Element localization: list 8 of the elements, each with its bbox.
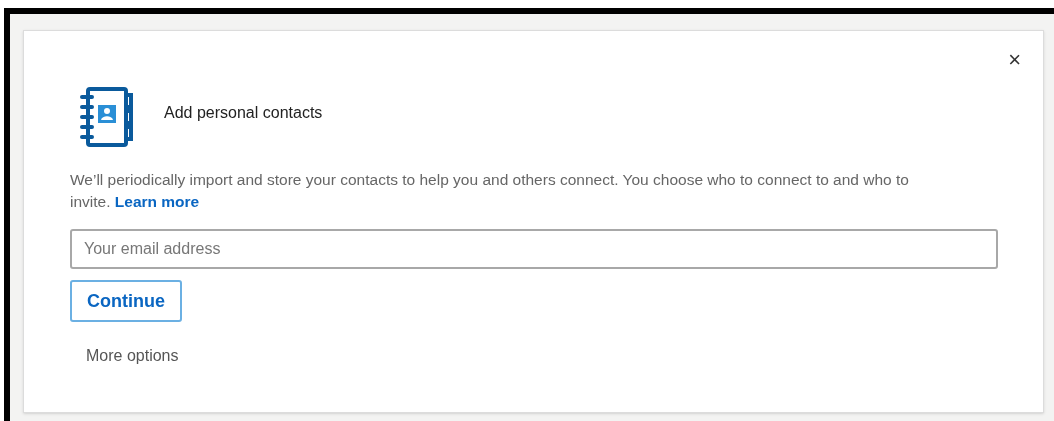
description-text: We’ll periodically import and store your contacts to help you and others connect. You choose who to connect to and who to invite. Learn more — [70, 170, 910, 212]
learn-more-link[interactable]: Learn more — [114, 193, 200, 210]
continue-button[interactable]: Continue — [70, 280, 182, 322]
email-field[interactable]: Your email address — [70, 229, 998, 269]
address-book-icon — [78, 85, 136, 149]
close-button[interactable]: × — [1008, 49, 1021, 71]
more-options-link[interactable]: More options — [86, 344, 1043, 368]
dialog-title: Add personal contacts — [164, 103, 323, 123]
